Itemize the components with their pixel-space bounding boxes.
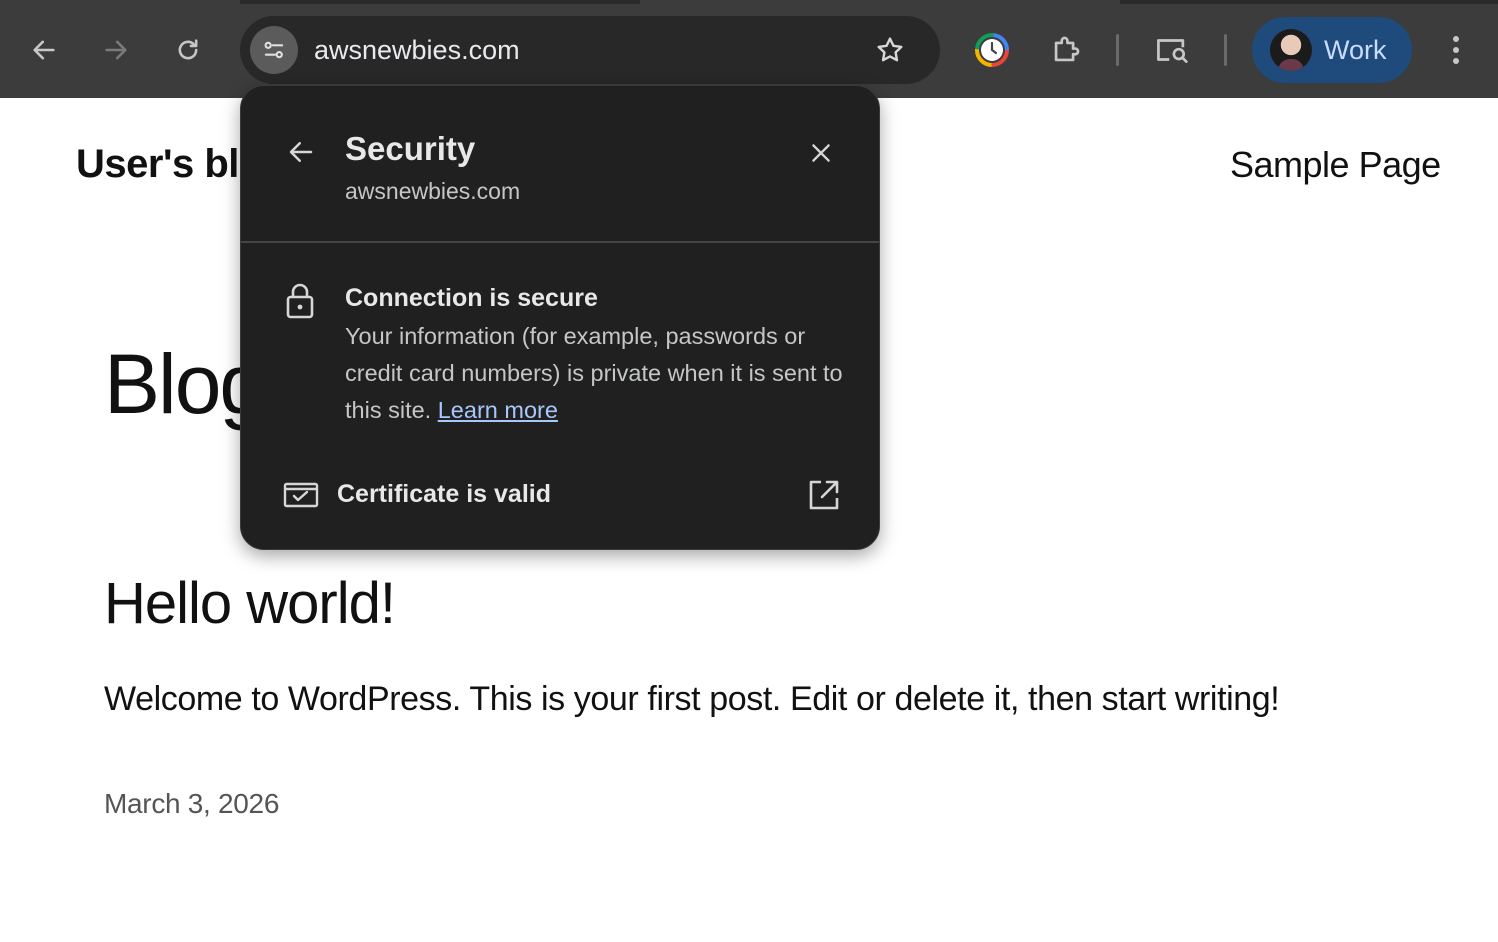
site-title[interactable]: User's blc xyxy=(76,142,261,187)
popup-title: Security xyxy=(345,130,476,167)
post-date: March 3, 2026 xyxy=(104,788,280,819)
toolbar-divider xyxy=(1116,34,1119,66)
certificate-label[interactable]: Certificate is valid xyxy=(337,480,551,509)
connection-description: Your information (for example, passwords… xyxy=(345,318,855,429)
nav-link-sample-page[interactable]: Sample Page xyxy=(1230,144,1441,186)
forward-icon xyxy=(105,40,127,60)
browser-toolbar: awsnewbies.com Work xyxy=(0,0,1498,98)
close-icon xyxy=(812,144,830,162)
toolbar-divider xyxy=(1224,34,1227,66)
avatar xyxy=(1270,29,1312,71)
history-clock-icon xyxy=(975,33,1009,67)
extensions-puzzle-icon xyxy=(1054,36,1080,62)
post-title[interactable]: Hello world! xyxy=(104,570,396,637)
forward-button[interactable] xyxy=(88,22,144,78)
reload-icon xyxy=(178,39,198,60)
learn-more-link[interactable]: Learn more xyxy=(438,397,558,423)
popup-back-button[interactable] xyxy=(281,132,321,172)
search-tabs-button[interactable] xyxy=(1144,22,1200,78)
tab-strip-edge xyxy=(240,0,640,4)
bookmark-button[interactable] xyxy=(866,26,914,74)
certificate-icon xyxy=(283,482,319,508)
search-tab-icon xyxy=(1157,39,1188,63)
connection-heading: Connection is secure xyxy=(345,284,598,312)
profile-label: Work xyxy=(1324,35,1387,65)
bookmark-star-icon xyxy=(877,37,903,62)
security-popup: Security awsnewbies.com Connection is se… xyxy=(240,85,880,550)
tab-strip-edge xyxy=(1120,0,1498,4)
connection-body-text: Your information (for example, passwords… xyxy=(345,323,843,423)
popup-close-button[interactable] xyxy=(801,133,841,173)
lock-icon xyxy=(286,283,314,319)
address-bar[interactable]: awsnewbies.com xyxy=(240,16,940,84)
site-info-icon xyxy=(264,41,284,59)
open-external-icon[interactable] xyxy=(807,478,841,512)
more-menu-button[interactable] xyxy=(1432,22,1480,78)
back-button[interactable] xyxy=(16,22,72,78)
history-extension-button[interactable] xyxy=(964,22,1020,78)
popup-subtitle: awsnewbies.com xyxy=(345,178,521,204)
popup-divider xyxy=(241,241,879,243)
back-icon xyxy=(33,40,55,60)
back-arrow-icon xyxy=(289,142,313,162)
more-vert-icon xyxy=(1453,36,1459,64)
url-text[interactable]: awsnewbies.com xyxy=(314,16,520,84)
reload-button[interactable] xyxy=(160,22,216,78)
post-excerpt: Welcome to WordPress. This is your first… xyxy=(104,680,1280,718)
extensions-button[interactable] xyxy=(1038,22,1094,78)
site-info-button[interactable] xyxy=(250,26,298,74)
profile-button[interactable]: Work xyxy=(1252,17,1412,83)
